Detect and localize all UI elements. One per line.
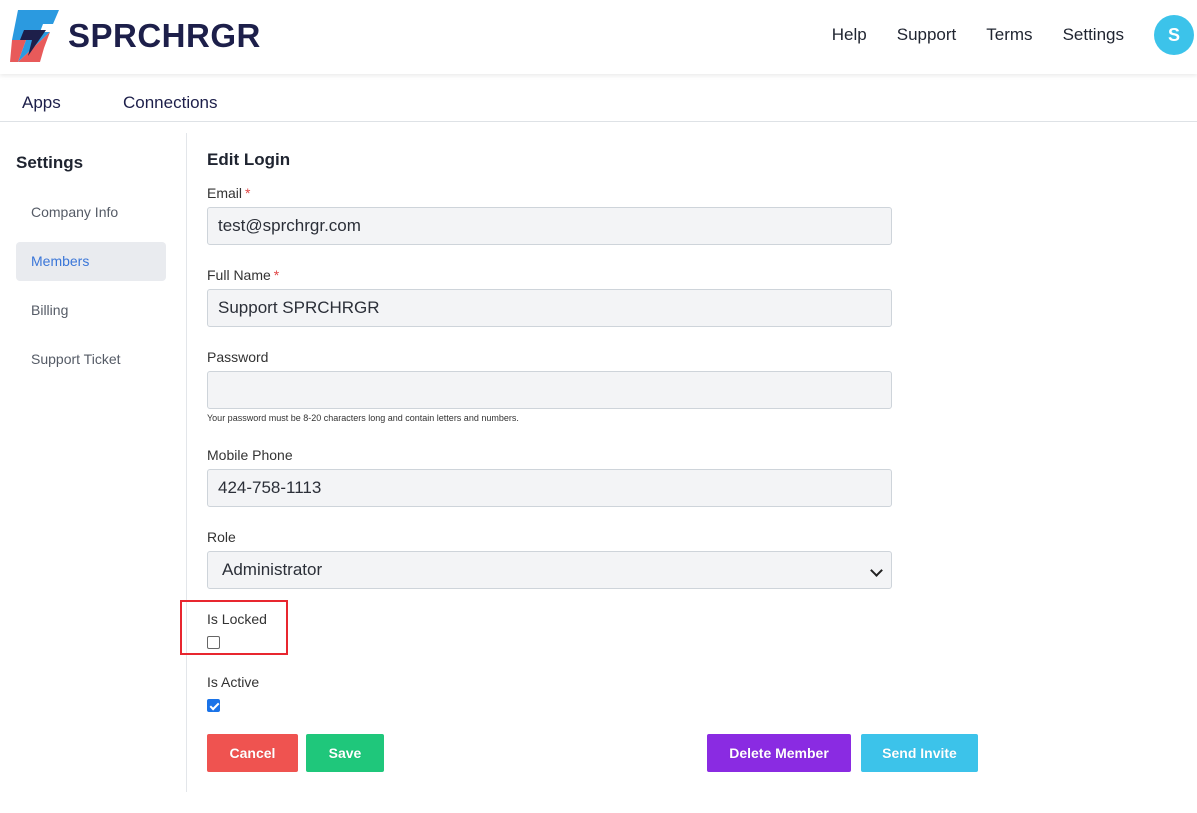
tab-apps[interactable]: Apps [22,93,61,113]
mobile-phone-field[interactable]: 424-758-1113 [207,469,892,507]
lightning-icon [10,10,59,62]
sidebar-divider [186,133,187,792]
is-active-checkbox[interactable] [207,699,220,712]
cancel-button[interactable]: Cancel [207,734,298,772]
email-field[interactable]: test@sprchrgr.com [207,207,892,245]
mobile-label: Mobile Phone [207,447,293,463]
password-help-text: Your password must be 8-20 characters lo… [207,413,519,423]
delete-member-button[interactable]: Delete Member [707,734,851,772]
top-nav: Help Support Terms Settings [802,24,1124,46]
email-label-text: Email [207,185,243,201]
sidebar-item-members[interactable]: Members [16,242,166,281]
sidebar-item-support-ticket[interactable]: Support Ticket [16,340,166,379]
fullname-field[interactable]: Support SPRCHRGR [207,289,892,327]
role-label: Role [207,529,236,545]
sidebar-item-company-info[interactable]: Company Info [16,193,166,232]
chevron-down-icon [870,564,883,577]
sidebar-title: Settings [16,153,84,172]
avatar[interactable]: S [1154,15,1194,55]
sidebar-item-billing[interactable]: Billing [16,291,166,330]
email-label: Email * [207,185,250,201]
sub-nav: Apps Connections [0,75,1197,122]
fullname-label: Full Name * [207,267,279,283]
settings-sidebar: Settings Company Info Members Billing Su… [16,150,166,389]
nav-terms[interactable]: Terms [986,24,1032,46]
nav-help[interactable]: Help [832,24,867,46]
app-header: SPRCHRGR Help Support Terms Settings S [0,0,1197,74]
brand-name: SPRCHRGR [68,17,261,54]
edit-login-form: Edit Login Email * test@sprchrgr.com Full… [207,150,897,712]
highlight-box [180,600,288,655]
role-selected-value: Administrator [222,560,323,579]
tab-connections[interactable]: Connections [123,93,218,113]
required-mark: * [245,185,251,201]
brand-logo[interactable]: SPRCHRGR [10,10,261,62]
nav-settings[interactable]: Settings [1063,24,1124,46]
required-mark: * [273,267,280,283]
page-title: Edit Login [207,150,291,169]
password-label: Password [207,349,269,365]
is-active-label: Is Active [207,674,260,690]
nav-support[interactable]: Support [897,24,957,46]
send-invite-button[interactable]: Send Invite [861,734,978,772]
password-field[interactable] [207,371,892,409]
fullname-label-text: Full Name [207,267,271,283]
role-select[interactable]: Administrator [207,551,892,589]
save-button[interactable]: Save [306,734,384,772]
